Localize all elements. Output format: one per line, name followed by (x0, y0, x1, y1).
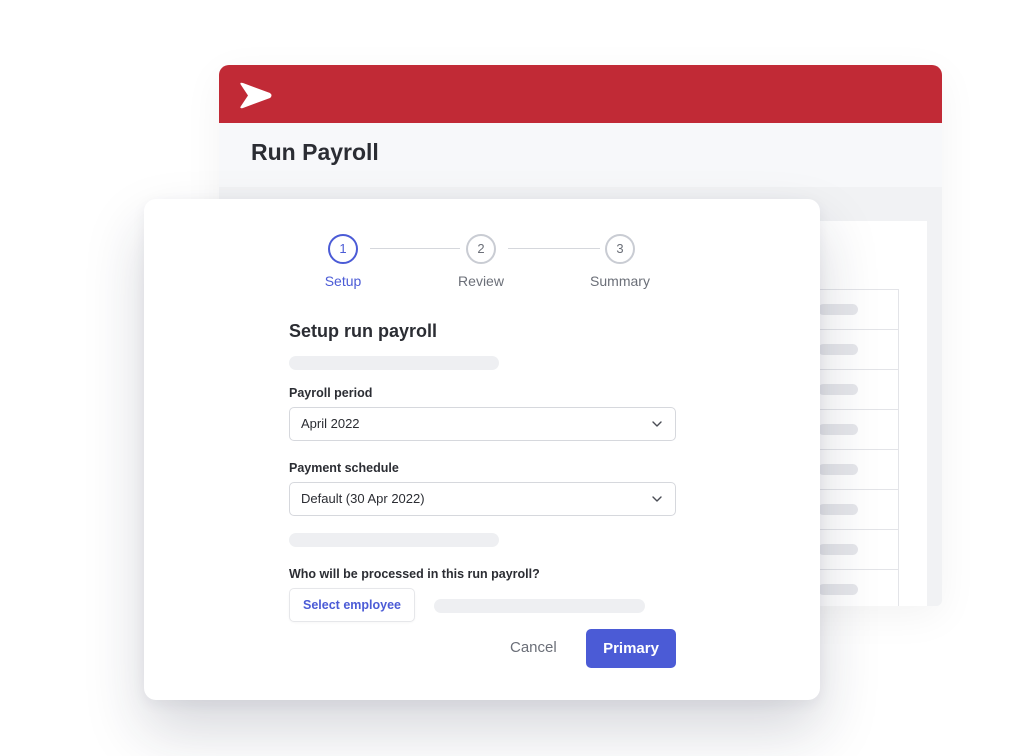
payroll-period-value: April 2022 (301, 416, 360, 431)
placeholder-pill (818, 464, 858, 475)
chevron-down-icon (652, 496, 662, 502)
cancel-button[interactable]: Cancel (510, 638, 557, 658)
step-number: 1 (328, 234, 358, 264)
payroll-period-label: Payroll period (289, 386, 373, 400)
payment-schedule-value: Default (30 Apr 2022) (301, 491, 425, 506)
page-title-bar: Run Payroll (219, 123, 942, 187)
placeholder-pill (818, 304, 858, 315)
step-label: Summary (590, 273, 650, 289)
stepper: 1 Setup 2 Review 3 Summary (144, 234, 820, 294)
step-number: 2 (466, 234, 496, 264)
chevron-down-icon (652, 421, 662, 427)
placeholder-pill (818, 544, 858, 555)
payment-schedule-select[interactable]: Default (30 Apr 2022) (289, 482, 676, 516)
run-payroll-modal: 1 Setup 2 Review 3 Summary Setup run pay… (144, 199, 820, 700)
select-employee-button[interactable]: Select employee (289, 588, 415, 622)
placeholder-pill (818, 584, 858, 595)
step-label: Setup (324, 273, 362, 289)
placeholder-pill (818, 424, 858, 435)
payroll-period-select[interactable]: April 2022 (289, 407, 676, 441)
step-setup[interactable]: 1 Setup (293, 234, 393, 289)
payment-schedule-label: Payment schedule (289, 461, 399, 475)
text-skeleton (434, 599, 645, 613)
step-number: 3 (605, 234, 635, 264)
chevron-logo-icon[interactable] (239, 82, 273, 109)
stage: Run Payroll 1 Setup 2 Review 3 Summary S… (0, 0, 1024, 756)
primary-button[interactable]: Primary (586, 629, 676, 668)
placeholder-pill (818, 384, 858, 395)
page-title: Run Payroll (251, 139, 379, 165)
app-header (219, 65, 942, 123)
text-skeleton (289, 533, 499, 547)
placeholder-pill (818, 344, 858, 355)
step-label: Review (458, 273, 504, 289)
form-title: Setup run payroll (289, 321, 438, 341)
employee-selection-row: Select employee (289, 588, 676, 622)
process-question: Who will be processed in this run payrol… (289, 567, 540, 581)
setup-form: Setup run payroll Payroll period April 2… (289, 321, 676, 622)
step-review[interactable]: 2 Review (431, 234, 531, 289)
step-summary[interactable]: 3 Summary (570, 234, 670, 289)
placeholder-pill (818, 504, 858, 515)
text-skeleton (289, 356, 499, 370)
